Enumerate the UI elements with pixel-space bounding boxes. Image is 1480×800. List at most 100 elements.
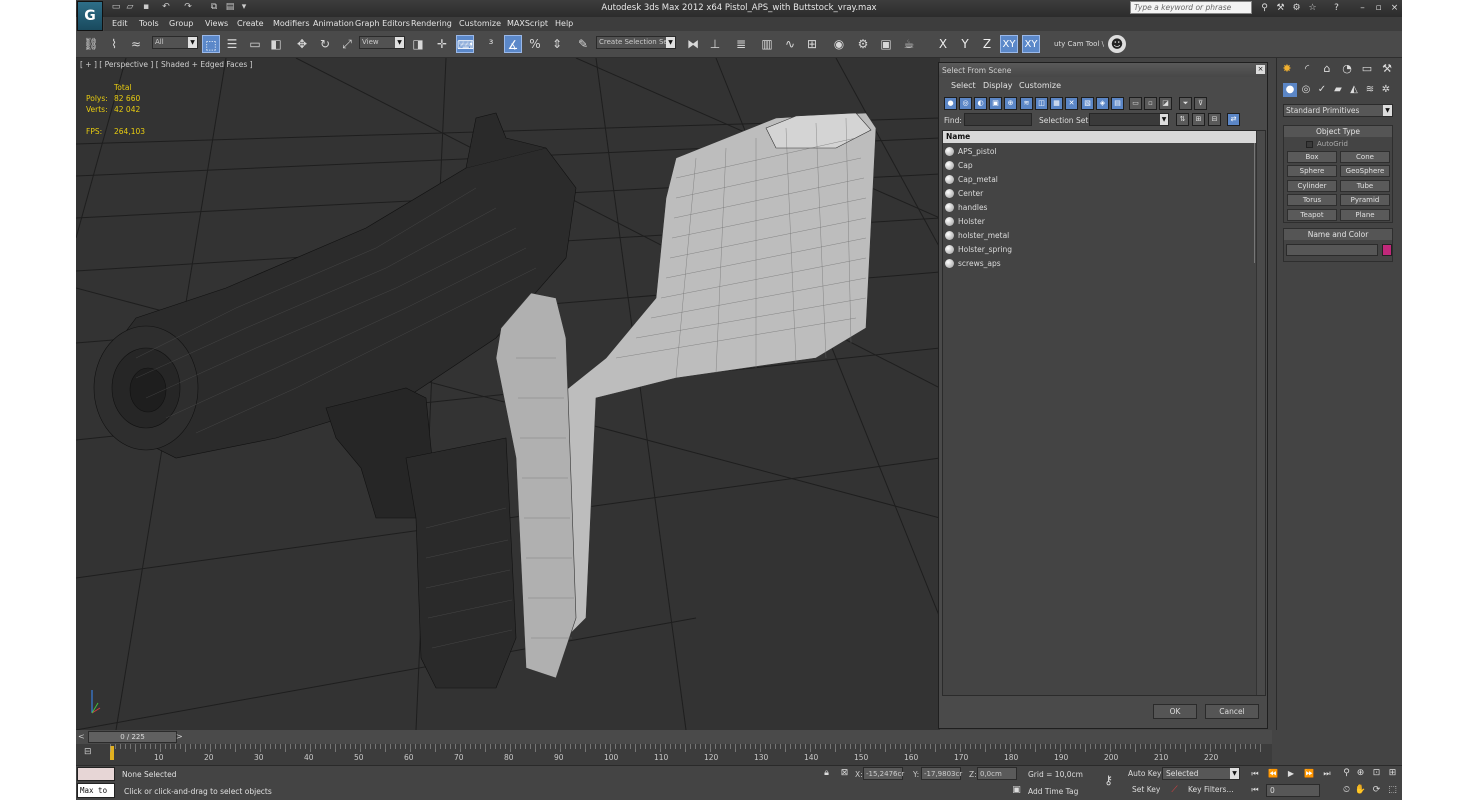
minimize-icon[interactable]: –	[1356, 2, 1369, 14]
render-setup-icon[interactable]: ⚙	[854, 35, 872, 53]
edit-named-selection-icon[interactable]: ✎	[574, 35, 592, 53]
dialog-menu-display[interactable]: Display	[983, 81, 1013, 90]
snaps-toggle-icon[interactable]: ³	[482, 35, 500, 53]
sort-icon[interactable]: ⇅	[1176, 113, 1189, 126]
filter-xrefs-icon[interactable]: ▦	[1050, 97, 1063, 110]
window-crossing-icon[interactable]: ◧	[267, 35, 285, 53]
key-selection-dropdown[interactable]: Selected ▼	[1162, 767, 1240, 780]
list-scrollbar[interactable]	[1256, 131, 1265, 695]
list-item[interactable]: Center	[943, 187, 1255, 200]
select-object-icon[interactable]: ⬚	[202, 35, 220, 53]
perspective-viewport[interactable]: [ + ] [ Perspective ] [ Shaded + Edged F…	[76, 58, 940, 730]
filter-frozen-icon[interactable]: ◈	[1096, 97, 1109, 110]
play-icon[interactable]: ▶	[1284, 768, 1298, 780]
zoom-extents-icon[interactable]: ⊡	[1370, 767, 1383, 780]
angle-snap-icon[interactable]: ∡	[504, 35, 522, 53]
filter-spacewarps-icon[interactable]: ≋	[1020, 97, 1033, 110]
axis-xy-button[interactable]: XY	[1000, 35, 1018, 53]
ok-button[interactable]: OK	[1153, 704, 1197, 719]
communication-icon[interactable]: ⚙	[1290, 2, 1303, 14]
helpers-icon[interactable]: ◭	[1347, 83, 1361, 97]
torus-button[interactable]: Torus	[1287, 194, 1337, 206]
autogrid-checkbox[interactable]: AutoGrid	[1306, 140, 1348, 148]
dialog-menu-customize[interactable]: Customize	[1019, 81, 1061, 90]
axis-x-button[interactable]: X	[934, 35, 952, 53]
x-coordinate-field[interactable]: -15,2476cr	[863, 767, 904, 780]
menu-tools[interactable]: Tools	[139, 19, 159, 28]
cylinder-button[interactable]: Cylinder	[1287, 180, 1337, 192]
close-icon[interactable]: ×	[1388, 2, 1401, 14]
create-tab-icon[interactable]: ✸	[1279, 61, 1295, 77]
selection-filter-dropdown[interactable]: All ▼	[152, 36, 198, 49]
rotate-icon[interactable]: ↻	[316, 35, 334, 53]
box-button[interactable]: Box	[1287, 151, 1337, 163]
y-coordinate-field[interactable]: -17,9803cr	[921, 767, 962, 780]
next-frame-icon[interactable]: ⏩	[1302, 768, 1316, 780]
list-item[interactable]: Cap	[943, 159, 1255, 172]
funnel-icon[interactable]: ⏷	[1179, 97, 1192, 110]
bind-spacewarp-icon[interactable]: ≈	[127, 35, 145, 53]
unlink-icon[interactable]: ⌇	[105, 35, 123, 53]
axis-y-button[interactable]: Y	[956, 35, 974, 53]
menu-customize[interactable]: Customize	[459, 19, 501, 28]
filter-shapes-icon[interactable]: ◎	[959, 97, 972, 110]
teapot-button[interactable]: Teapot	[1287, 209, 1337, 221]
list-item[interactable]: Holster_spring	[943, 243, 1255, 256]
time-slider-thumb[interactable]: 0 / 225	[88, 731, 177, 743]
favorites-icon[interactable]: ☆	[1306, 2, 1319, 14]
primitive-type-dropdown[interactable]: Standard Primitives ▼	[1283, 104, 1393, 117]
cone-button[interactable]: Cone	[1340, 151, 1390, 163]
list-item[interactable]: APS_pistol	[943, 145, 1255, 158]
plane-button[interactable]: Plane	[1340, 209, 1390, 221]
column-header-name[interactable]: Name	[943, 131, 1265, 143]
cancel-button[interactable]: Cancel	[1205, 704, 1259, 719]
filter-cameras-icon[interactable]: ▣	[989, 97, 1002, 110]
reference-coordinate-dropdown[interactable]: View ▼	[359, 36, 405, 49]
select-manipulate-icon[interactable]: ✛	[433, 35, 451, 53]
select-invert-icon[interactable]: ◪	[1159, 97, 1172, 110]
key-mode-icon[interactable]: ⟋	[1168, 784, 1181, 797]
absolute-mode-icon[interactable]: ⊠	[838, 767, 851, 780]
shapes-icon[interactable]: ◎	[1299, 83, 1313, 97]
filter-helpers-icon[interactable]: ⊕	[1004, 97, 1017, 110]
key-mode-toggle-icon[interactable]: ⏮	[1248, 784, 1262, 796]
geosphere-button[interactable]: GeoSphere	[1340, 165, 1390, 177]
script-icon[interactable]: ☻	[1108, 35, 1126, 53]
menu-create[interactable]: Create	[237, 19, 264, 28]
sphere-button[interactable]: Sphere	[1287, 165, 1337, 177]
zoom-all-icon[interactable]: ⊕	[1354, 767, 1367, 780]
geometry-icon[interactable]: ●	[1283, 83, 1297, 97]
key-filters-button[interactable]: Key Filters...	[1188, 785, 1234, 794]
modify-tab-icon[interactable]: ◜	[1299, 61, 1315, 77]
named-selection-set-dropdown[interactable]: Create Selection Se ▼	[596, 36, 676, 49]
auto-key-button[interactable]: Auto Key	[1128, 769, 1161, 778]
object-color-swatch[interactable]	[1382, 244, 1392, 256]
display-tab-icon[interactable]: ▭	[1359, 61, 1375, 77]
hierarchy-tab-icon[interactable]: ⌂	[1319, 61, 1335, 77]
orbit-icon[interactable]: ⟳	[1370, 784, 1383, 797]
scale-icon[interactable]: ⤢	[338, 35, 356, 53]
go-to-start-icon[interactable]: ⏮	[1248, 768, 1262, 780]
project-folder-icon[interactable]: ▤	[224, 2, 236, 13]
save-icon[interactable]: ▪	[140, 2, 152, 13]
undo-icon[interactable]: ↶	[160, 2, 172, 13]
hold-icon[interactable]: ⧉	[208, 2, 220, 13]
curve-editor-icon[interactable]: ∿	[781, 35, 799, 53]
list-item[interactable]: screws_aps	[943, 257, 1255, 270]
infocenter-icon[interactable]: ⚲	[1258, 2, 1271, 14]
maxscript-mini-listener[interactable]: Max to	[77, 783, 115, 798]
zoom-icon[interactable]: ⚲	[1340, 767, 1353, 780]
menu-edit[interactable]: Edit	[112, 19, 128, 28]
filter-geometry-icon[interactable]: ●	[944, 97, 957, 110]
cam-tool-label[interactable]: uty Cam Tool \	[1054, 40, 1104, 48]
list-item[interactable]: holster_metal	[943, 229, 1255, 242]
schematic-view-icon[interactable]: ⊞	[803, 35, 821, 53]
align-icon[interactable]: ⊥	[706, 35, 724, 53]
object-type-title[interactable]: Object Type	[1284, 126, 1392, 137]
mirror-icon[interactable]: ⧓	[684, 35, 702, 53]
select-none-icon[interactable]: ▫	[1144, 97, 1157, 110]
collapse-icon[interactable]: ⊟	[1208, 113, 1221, 126]
new-file-icon[interactable]: ▭	[110, 2, 122, 13]
percent-snap-icon[interactable]: %	[526, 35, 544, 53]
filter-groups-icon[interactable]: ◫	[1035, 97, 1048, 110]
